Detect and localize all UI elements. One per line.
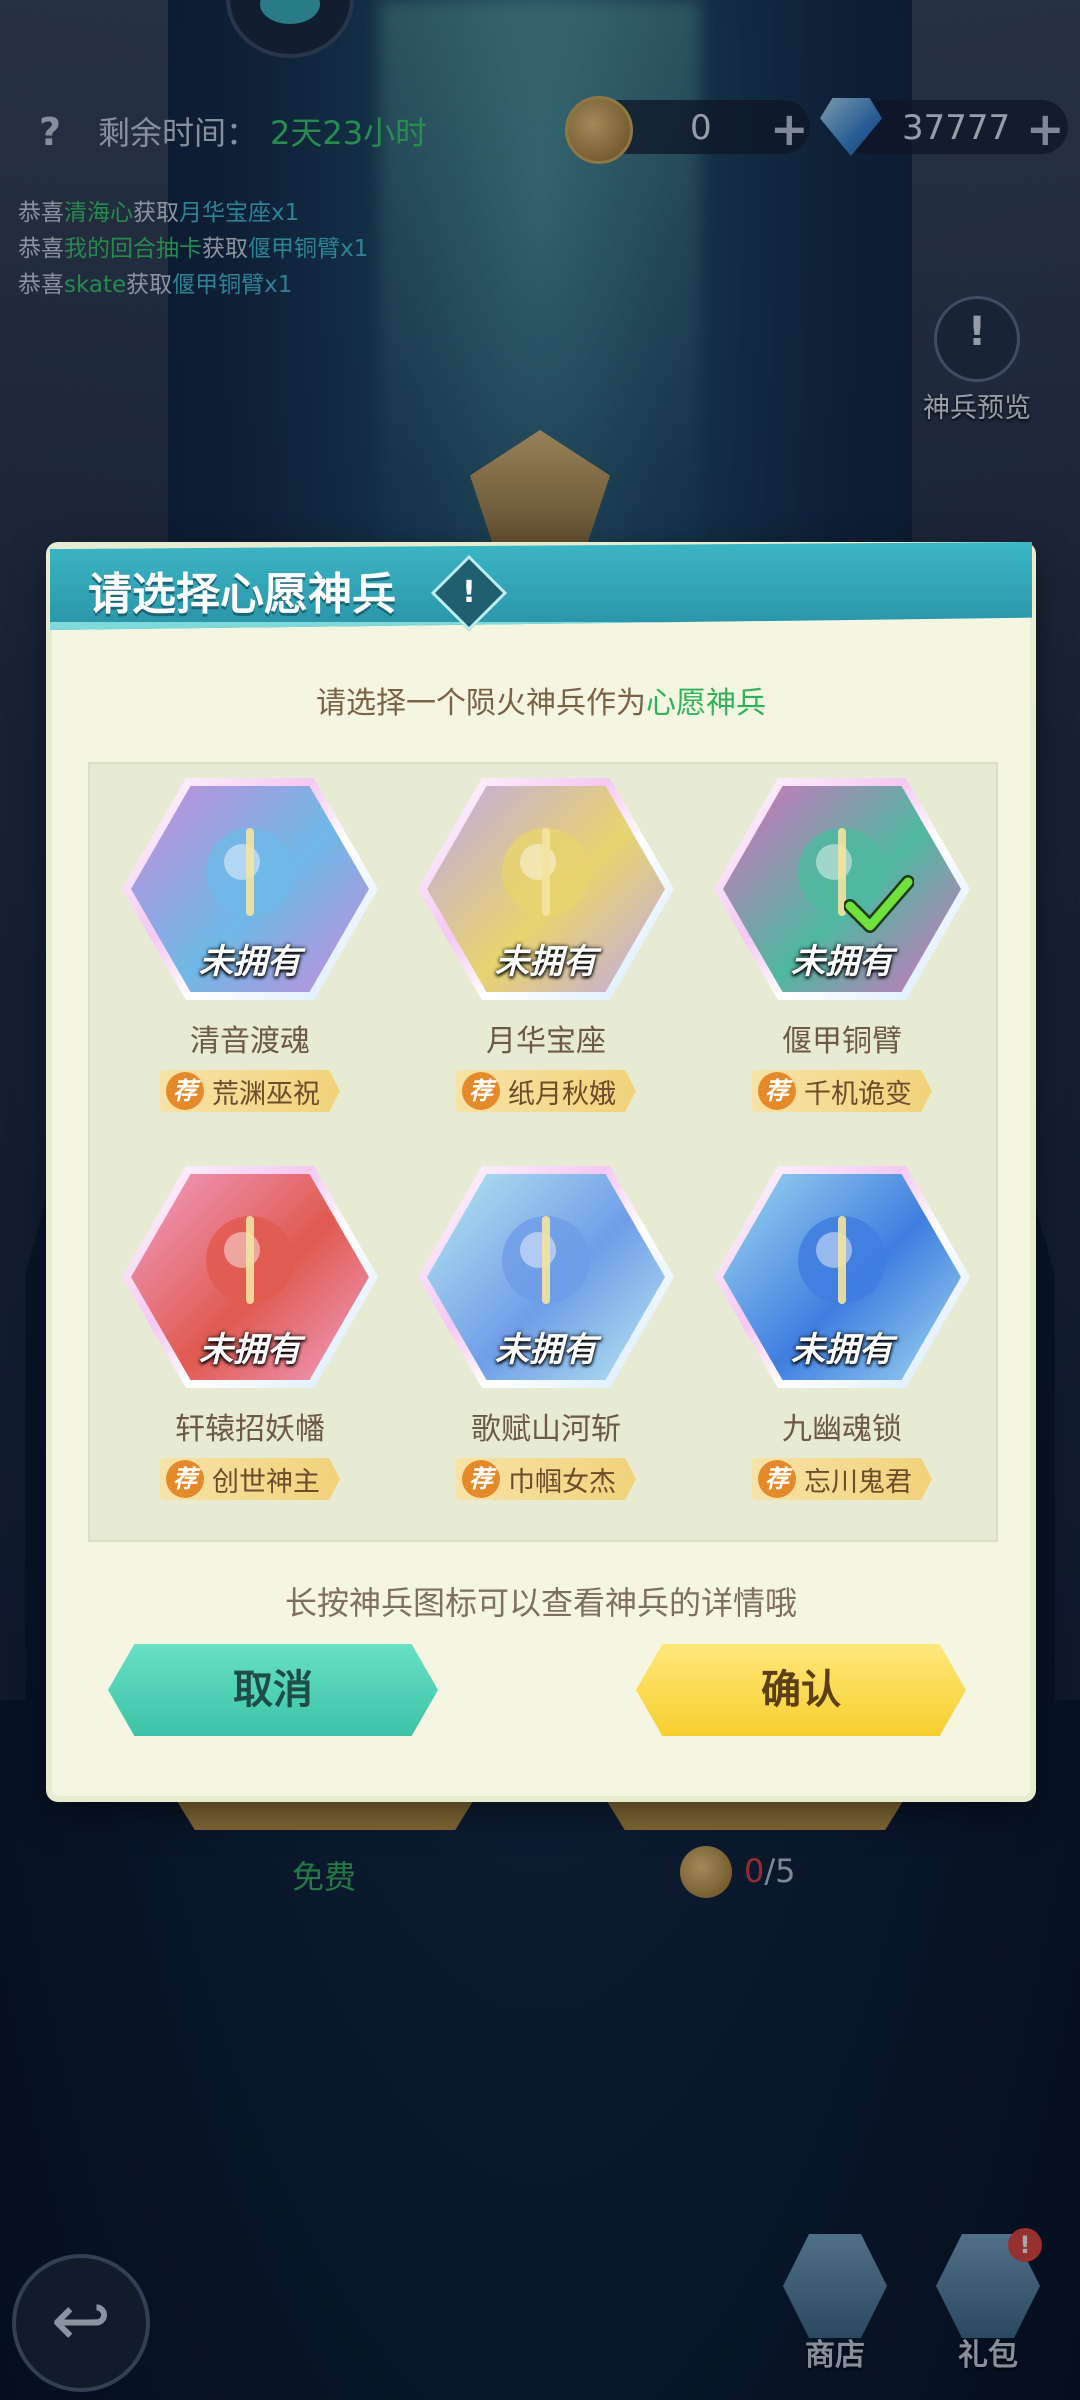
subtitle-text: 请选择一个陨火神兵作为: [316, 686, 646, 721]
ownership-status: 未拥有: [495, 942, 597, 982]
recommended-hero-name: 忘川鬼君: [804, 1466, 912, 1498]
wish-weapon-dialog: 请选择心愿神兵 ! 请选择一个陨火神兵作为心愿神兵 长按神兵图标可以查看神兵的详…: [50, 542, 1032, 1796]
recommended-hero-name: 千机诡变: [804, 1078, 912, 1110]
weapon-hex-frame[interactable]: 未拥有: [122, 1166, 378, 1388]
soul-chain-icon: [784, 1202, 900, 1318]
long-press-hint: 长按神兵图标可以查看神兵的详情哦: [284, 1584, 797, 1622]
bell-weapon-icon: [192, 814, 308, 930]
recommend-badge-icon: 荐: [166, 1460, 204, 1498]
weapon-item[interactable]: 未拥有清音渡魂荐荒渊巫祝: [110, 778, 390, 1158]
weapon-name: 歌赋山河斩: [471, 1412, 621, 1447]
confirm-button[interactable]: 确认: [636, 1644, 966, 1736]
ownership-status: 未拥有: [791, 1330, 893, 1370]
recommend-badge-icon: 荐: [462, 1072, 500, 1110]
recommend-badge-icon: 荐: [758, 1460, 796, 1498]
ownership-status: 未拥有: [791, 942, 893, 982]
subtitle-highlight: 心愿神兵: [646, 686, 766, 721]
dialog-subtitle: 请选择一个陨火神兵作为心愿神兵: [52, 678, 1030, 722]
recommend-badge-icon: 荐: [758, 1072, 796, 1110]
recommended-hero-name: 荒渊巫祝: [212, 1078, 320, 1110]
spear-weapon-icon: [488, 1202, 604, 1318]
weapon-hex-frame[interactable]: 未拥有: [714, 778, 970, 1000]
recommended-hero: 荐千机诡变: [752, 1070, 932, 1112]
cancel-button[interactable]: 取消: [108, 1644, 438, 1736]
weapon-hex-frame[interactable]: 未拥有: [122, 778, 378, 1000]
weapon-item[interactable]: 未拥有歌赋山河斩荐巾帼女杰: [406, 1166, 686, 1546]
recommended-hero-name: 纸月秋娥: [508, 1078, 616, 1110]
recommended-hero: 荐忘川鬼君: [752, 1458, 932, 1500]
weapon-name: 轩辕招妖幡: [175, 1412, 325, 1447]
recommend-badge-icon: 荐: [462, 1460, 500, 1498]
recommend-badge-icon: 荐: [166, 1072, 204, 1110]
recommended-hero: 荐创世神主: [160, 1458, 340, 1500]
ownership-status: 未拥有: [495, 1330, 597, 1370]
weapon-name: 月华宝座: [486, 1024, 606, 1059]
weapon-hex-frame[interactable]: 未拥有: [418, 778, 674, 1000]
weapon-item[interactable]: 未拥有偃甲铜臂荐千机诡变: [702, 778, 982, 1158]
moon-throne-icon: [488, 814, 604, 930]
ownership-status: 未拥有: [199, 942, 301, 982]
ownership-status: 未拥有: [199, 1330, 301, 1370]
weapon-name: 清音渡魂: [190, 1024, 310, 1059]
weapon-item[interactable]: 未拥有月华宝座荐纸月秋娥: [406, 778, 686, 1158]
weapon-item[interactable]: 未拥有轩辕招妖幡荐创世神主: [110, 1166, 390, 1546]
weapon-hex-frame[interactable]: 未拥有: [418, 1166, 674, 1388]
recommended-hero-name: 巾帼女杰: [508, 1466, 616, 1498]
recommended-hero: 荐巾帼女杰: [456, 1458, 636, 1500]
weapon-item[interactable]: 未拥有九幽魂锁荐忘川鬼君: [702, 1166, 982, 1546]
selected-check-icon: [843, 874, 915, 934]
recommended-hero-name: 创世神主: [212, 1466, 320, 1498]
banner-weapon-icon: [192, 1202, 308, 1318]
recommended-hero: 荐荒渊巫祝: [160, 1070, 340, 1112]
recommended-hero: 荐纸月秋娥: [456, 1070, 636, 1112]
dialog-title: 请选择心愿神兵: [88, 569, 396, 620]
weapon-name: 偃甲铜臂: [782, 1024, 902, 1059]
info-glyph: !: [462, 575, 476, 610]
weapon-name: 九幽魂锁: [782, 1412, 902, 1447]
weapon-hex-frame[interactable]: 未拥有: [714, 1166, 970, 1388]
